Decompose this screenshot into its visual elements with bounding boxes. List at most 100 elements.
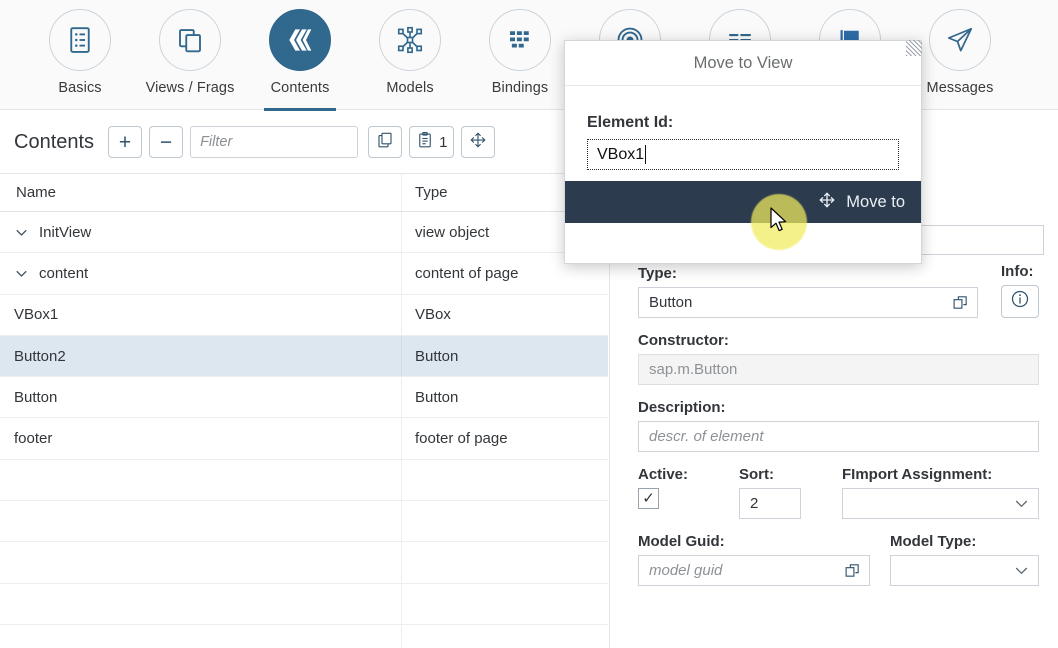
network-nodes-icon <box>379 9 441 71</box>
row-name-cell: content <box>0 253 402 294</box>
value-help-icon[interactable] <box>844 562 861 579</box>
sort-input[interactable]: 2 <box>739 488 801 519</box>
row-name-cell <box>0 542 402 583</box>
move-arrows-icon <box>817 190 837 215</box>
row-name-cell: footer <box>0 418 402 459</box>
constructor-value: sap.m.Button <box>649 361 738 378</box>
table-row[interactable]: Button Button <box>0 377 608 419</box>
row-name-text: footer <box>14 430 53 448</box>
row-name-text: InitView <box>39 223 92 241</box>
table-row[interactable] <box>0 583 608 625</box>
tab-label: Views / Frags <box>145 80 235 96</box>
row-name-cell <box>0 583 402 624</box>
paper-plane-icon <box>929 9 991 71</box>
table-row[interactable] <box>0 542 608 584</box>
chevron-down-icon[interactable] <box>14 266 29 281</box>
chevron-down-icon <box>1013 562 1030 579</box>
row-name-cell <box>0 501 402 542</box>
fimport-assignment-label: FImport Assignment: <box>842 466 993 483</box>
move-arrows-icon <box>469 131 487 154</box>
filter-input[interactable]: Filter <box>190 126 359 158</box>
chevron-down-icon[interactable] <box>14 225 29 240</box>
sort-value: 2 <box>750 495 759 512</box>
copy-button[interactable] <box>368 126 403 158</box>
filter-placeholder: Filter <box>200 134 233 150</box>
app-root: Basics Views / Frags Contents Models Bin… <box>0 0 1058 648</box>
text-caret <box>645 145 647 164</box>
tab-bindings[interactable]: Bindings <box>466 6 574 108</box>
table-row[interactable] <box>0 459 608 502</box>
row-name-cell <box>0 459 402 501</box>
element-id-input[interactable]: VBox1 <box>587 139 899 170</box>
move-button[interactable] <box>461 126 496 158</box>
move-to-button[interactable]: Move to <box>817 190 905 215</box>
paste-button[interactable]: 1 <box>409 126 455 158</box>
remove-button[interactable]: − <box>149 126 184 158</box>
clipboard-icon <box>416 131 434 154</box>
dialog-footer: Move to <box>565 181 921 223</box>
tab-contents[interactable]: Contents <box>246 6 354 112</box>
tab-basics[interactable]: Basics <box>26 6 134 108</box>
description-placeholder: descr. of element <box>649 428 764 445</box>
dialog-header: Move to View <box>565 41 921 86</box>
copy-icon <box>376 131 394 154</box>
tab-label: Models <box>386 80 434 96</box>
contents-table: Name Type InitView view object content c… <box>0 173 608 648</box>
table-row[interactable] <box>0 501 608 543</box>
row-name-cell: Button2 <box>0 335 402 377</box>
tab-label: Contents <box>270 80 330 96</box>
tab-label: Bindings <box>491 80 549 96</box>
contents-panel: Contents + − Filter 1 Name Type InitView… <box>0 111 608 648</box>
row-name-cell: VBox1 <box>0 294 402 335</box>
info-label: Info: <box>1001 263 1034 280</box>
row-type-cell <box>402 460 608 500</box>
row-type-cell <box>402 542 608 582</box>
row-type-cell <box>402 501 608 541</box>
model-type-label: Model Type: <box>890 533 977 550</box>
type-input[interactable]: Button <box>638 287 978 318</box>
type-label: Type: <box>638 265 677 282</box>
description-label: Description: <box>638 399 726 416</box>
table-row[interactable]: VBox1 VBox <box>0 294 608 336</box>
tab-label: Messages <box>926 80 994 96</box>
row-name-text: Button <box>14 388 58 406</box>
tab-models[interactable]: Models <box>356 6 464 108</box>
model-guid-label: Model Guid: <box>638 533 725 550</box>
row-name-text: Button2 <box>14 347 66 365</box>
row-name-text: content <box>39 264 89 282</box>
table-row[interactable] <box>0 624 608 648</box>
fimport-assignment-select[interactable] <box>842 488 1039 519</box>
model-guid-input[interactable]: model guid <box>638 555 870 586</box>
chevron-down-icon <box>1013 495 1030 512</box>
sort-label: Sort: <box>739 466 774 483</box>
add-button[interactable]: + <box>108 126 143 158</box>
grid-blocks-icon <box>489 9 551 71</box>
info-icon <box>1010 289 1030 314</box>
table-header-row: Name Type <box>0 174 608 212</box>
row-name-cell <box>0 624 402 648</box>
row-type-cell: VBox <box>415 306 451 324</box>
table-row[interactable]: content content of page <box>0 253 608 295</box>
contents-toolbar: Contents + − Filter 1 <box>0 111 608 173</box>
document-list-icon <box>49 9 111 71</box>
table-row[interactable]: InitView view object <box>0 212 608 254</box>
active-checkbox[interactable]: ✓ <box>638 488 659 509</box>
tab-views-frags[interactable]: Views / Frags <box>136 6 244 108</box>
table-row[interactable]: Button2 Button <box>0 335 608 378</box>
row-name-cell: InitView <box>0 212 402 253</box>
model-type-select[interactable] <box>890 555 1039 586</box>
row-type-cell: Button <box>415 388 459 406</box>
row-type-cell: Button <box>415 347 459 365</box>
table-row[interactable]: footer footer of page <box>0 418 608 460</box>
resize-grip-icon[interactable] <box>906 40 922 56</box>
type-value: Button <box>649 294 693 311</box>
dialog-body: Element Id: VBox1 Move to <box>565 86 921 223</box>
copy-pages-icon <box>159 9 221 71</box>
info-button[interactable] <box>1001 285 1039 318</box>
value-help-icon[interactable] <box>952 294 969 311</box>
element-id-value: VBox1 <box>597 145 645 163</box>
column-header-name: Name <box>0 174 402 211</box>
tab-messages[interactable]: Messages <box>906 6 1014 108</box>
layers-icon <box>269 9 331 71</box>
description-input[interactable]: descr. of element <box>638 421 1039 452</box>
